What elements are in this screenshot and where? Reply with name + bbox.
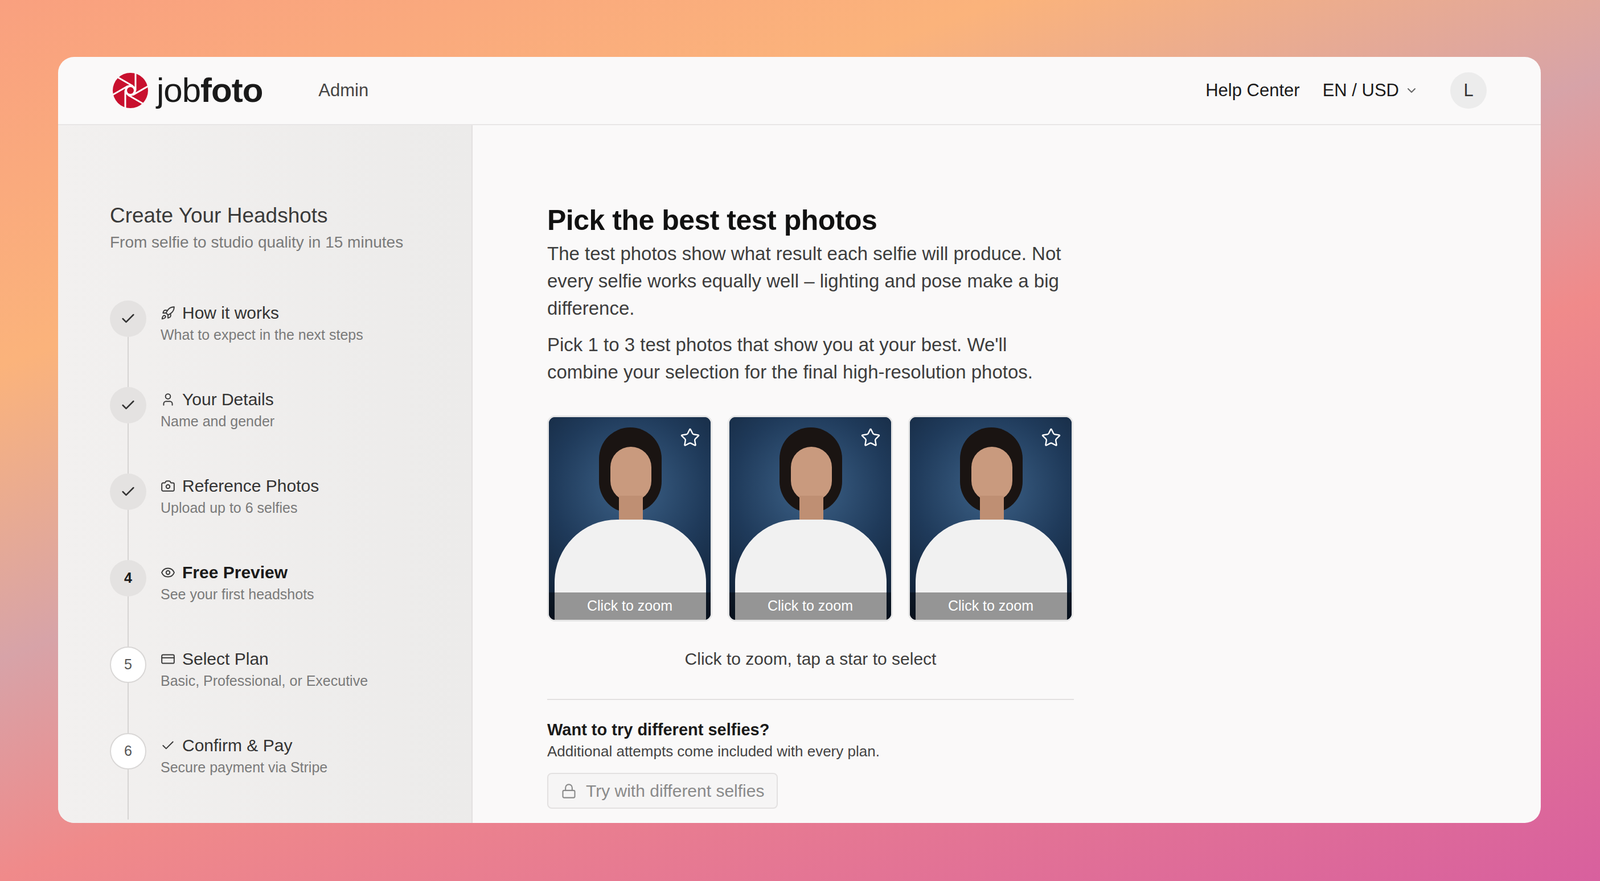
step-marker: 6 — [109, 733, 147, 770]
select-star-button[interactable] — [677, 425, 703, 451]
step-list: How it worksWhat to expect in the next s… — [109, 300, 472, 820]
main-content: Pick the best test photosThe test photos… — [472, 125, 1541, 824]
step-title: Reference Photos — [182, 476, 319, 497]
page: jobfoto Admin Help Center EN / USD L Create Y… — [0, 0, 1600, 881]
step-item[interactable]: 5 Select PlanBasic, Professional, or Exec… — [109, 646, 472, 734]
step-title: Confirm & Pay — [182, 735, 293, 757]
step-marker — [109, 300, 147, 338]
step-connector — [127, 337, 129, 388]
check-icon — [120, 483, 137, 500]
step-subtitle: Basic, Professional, or Executive — [160, 671, 368, 691]
star-icon — [1040, 427, 1062, 449]
star-icon — [860, 427, 881, 449]
star-icon — [679, 427, 701, 449]
steps-sidebar: Create Your Headshots From selfie to stud… — [58, 125, 473, 824]
aperture-logo-icon — [112, 72, 149, 109]
step-icon — [160, 478, 176, 494]
photo-grid: Click to zoom Click to zoom Click to zoom — [547, 415, 1074, 622]
select-star-button[interactable] — [1038, 425, 1064, 451]
section-label: Admin — [318, 77, 369, 105]
divider — [547, 699, 1074, 701]
test-photo-card[interactable]: Click to zoom — [908, 415, 1074, 622]
step-title: How it works — [182, 302, 280, 324]
step-title: Your Details — [182, 389, 274, 410]
description: Pick 1 to 3 test photos that show you at… — [547, 331, 1074, 387]
step-icon — [160, 305, 176, 321]
step-connector — [127, 769, 129, 820]
step-item[interactable]: Reference PhotosUpload up to 6 selfies — [109, 473, 472, 561]
step-subtitle: Upload up to 6 selfies — [160, 498, 319, 518]
check-icon — [120, 310, 137, 327]
step-icon — [160, 651, 176, 667]
sidebar-title: Create Your Headshots — [109, 202, 472, 229]
step-subtitle: Name and gender — [160, 412, 275, 431]
step-item[interactable]: How it worksWhat to expect in the next s… — [109, 300, 472, 388]
retry-text: Additional attempts come included with e… — [547, 742, 1074, 761]
step-marker: 5 — [109, 646, 147, 684]
step-marker — [109, 473, 147, 511]
step-subtitle: See your first headshots — [160, 585, 315, 604]
locale-dropdown[interactable]: EN / USD — [1322, 77, 1419, 105]
retry-button[interactable]: Try with different selfies — [547, 773, 778, 810]
select-star-button[interactable] — [858, 425, 884, 451]
avatar[interactable]: L — [1450, 72, 1487, 109]
step-marker — [109, 387, 147, 424]
zoom-label[interactable]: Click to zoom — [548, 592, 711, 621]
step-subtitle: What to expect in the next steps — [160, 325, 364, 344]
retry-title: Want to try different selfies? — [547, 719, 1074, 741]
sidebar-subtitle: From selfie to studio quality in 15 minu… — [109, 232, 472, 253]
zoom-label[interactable]: Click to zoom — [909, 592, 1072, 621]
description: The test photos show what result each se… — [547, 240, 1074, 323]
step-connector — [127, 596, 129, 647]
step-connector — [127, 510, 129, 561]
step-item[interactable]: Your Details Name and gender — [109, 387, 472, 474]
step-icon — [160, 565, 176, 581]
step-subtitle: Secure payment via Stripe — [160, 758, 328, 777]
step-title: Select Plan — [182, 649, 269, 670]
step-connector — [127, 683, 129, 734]
zoom-label[interactable]: Click to zoom — [729, 592, 892, 621]
step-icon — [160, 392, 176, 408]
check-icon — [120, 397, 137, 414]
test-photo-card[interactable]: Click to zoom — [547, 415, 713, 622]
step-marker: 4 — [109, 560, 147, 597]
test-photo-card[interactable]: Click to zoom — [727, 415, 893, 622]
logo[interactable]: jobfoto — [112, 72, 263, 109]
app-card: jobfoto Admin Help Center EN / USD L Create Y… — [58, 56, 1541, 824]
page-title: Pick the best test photos — [547, 202, 1074, 239]
chevron-down-icon — [1404, 83, 1419, 98]
step-connector — [127, 423, 129, 474]
hint: Click to zoom, tap a star to select — [547, 649, 1074, 670]
step-title: Free Preview — [182, 562, 288, 584]
help-center-link[interactable]: Help Center — [1205, 77, 1300, 105]
step-item[interactable]: 6 Confirm & PaySecure payment via Stripe — [109, 733, 472, 820]
top-bar: jobfoto Admin Help Center EN / USD L — [58, 56, 1541, 126]
lock-icon — [560, 783, 577, 800]
step-icon — [160, 738, 176, 754]
step-item[interactable]: 4 Free PreviewSee your first headshots — [109, 560, 472, 647]
